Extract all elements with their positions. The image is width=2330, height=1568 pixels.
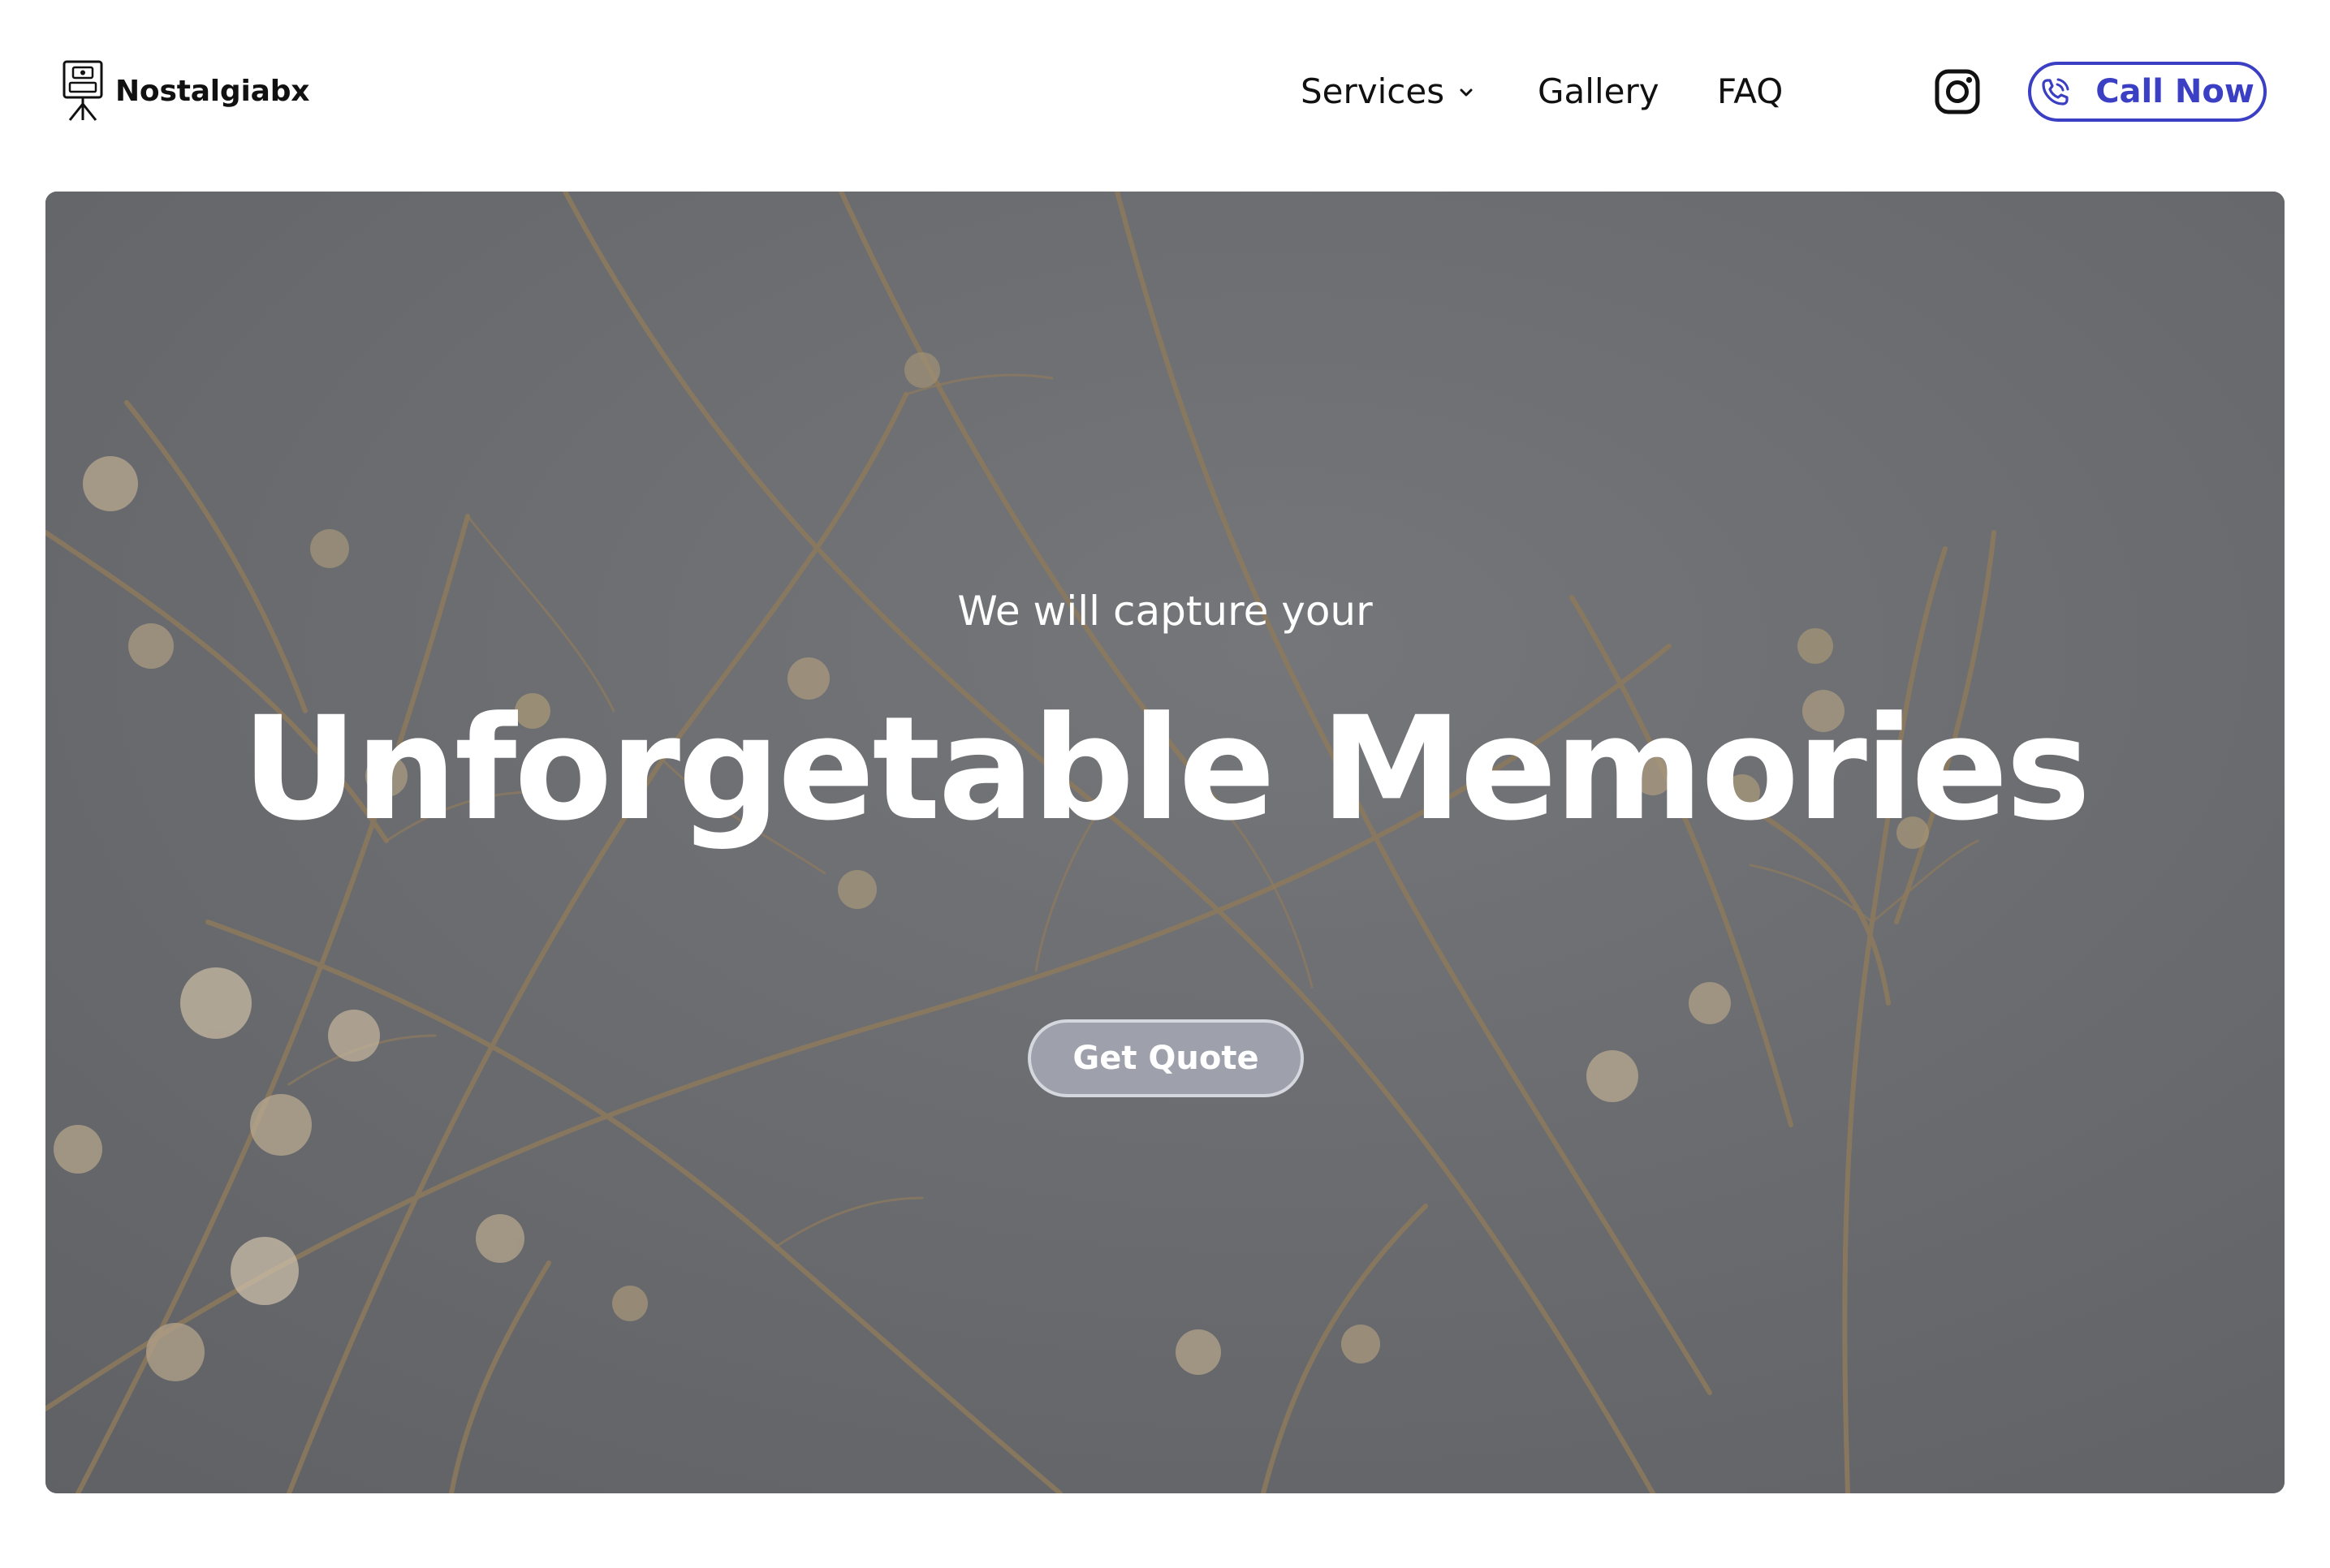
instagram-icon[interactable] [1934,68,1981,115]
nav-gallery-label: Gallery [1538,71,1659,111]
site-header: Nostalgiabx Services Gallery FAQ Call No… [0,0,2330,192]
hero-title: Unforgetable Memories [241,686,2091,852]
get-quote-button[interactable]: Get Quote [1028,1019,1304,1097]
photo-booth-icon [63,60,103,121]
call-now-label: Call Now [2095,73,2254,110]
nav-faq-label: FAQ [1717,71,1784,111]
nav-services-label: Services [1301,71,1445,111]
chevron-down-icon [1460,88,1473,97]
hero-section: We will capture your Unforgetable Memori… [45,192,2285,1493]
nav-gallery[interactable]: Gallery [1538,65,1659,117]
phone-icon [2042,78,2069,106]
brand-name: Nostalgiabx [115,74,310,108]
call-now-button[interactable]: Call Now [2028,62,2267,122]
hero-subtitle: We will capture your [957,588,1373,635]
brand-logo[interactable]: Nostalgiabx [62,60,310,122]
nav-faq[interactable]: FAQ [1717,65,1783,117]
nav-services[interactable]: Services [1301,65,1475,117]
